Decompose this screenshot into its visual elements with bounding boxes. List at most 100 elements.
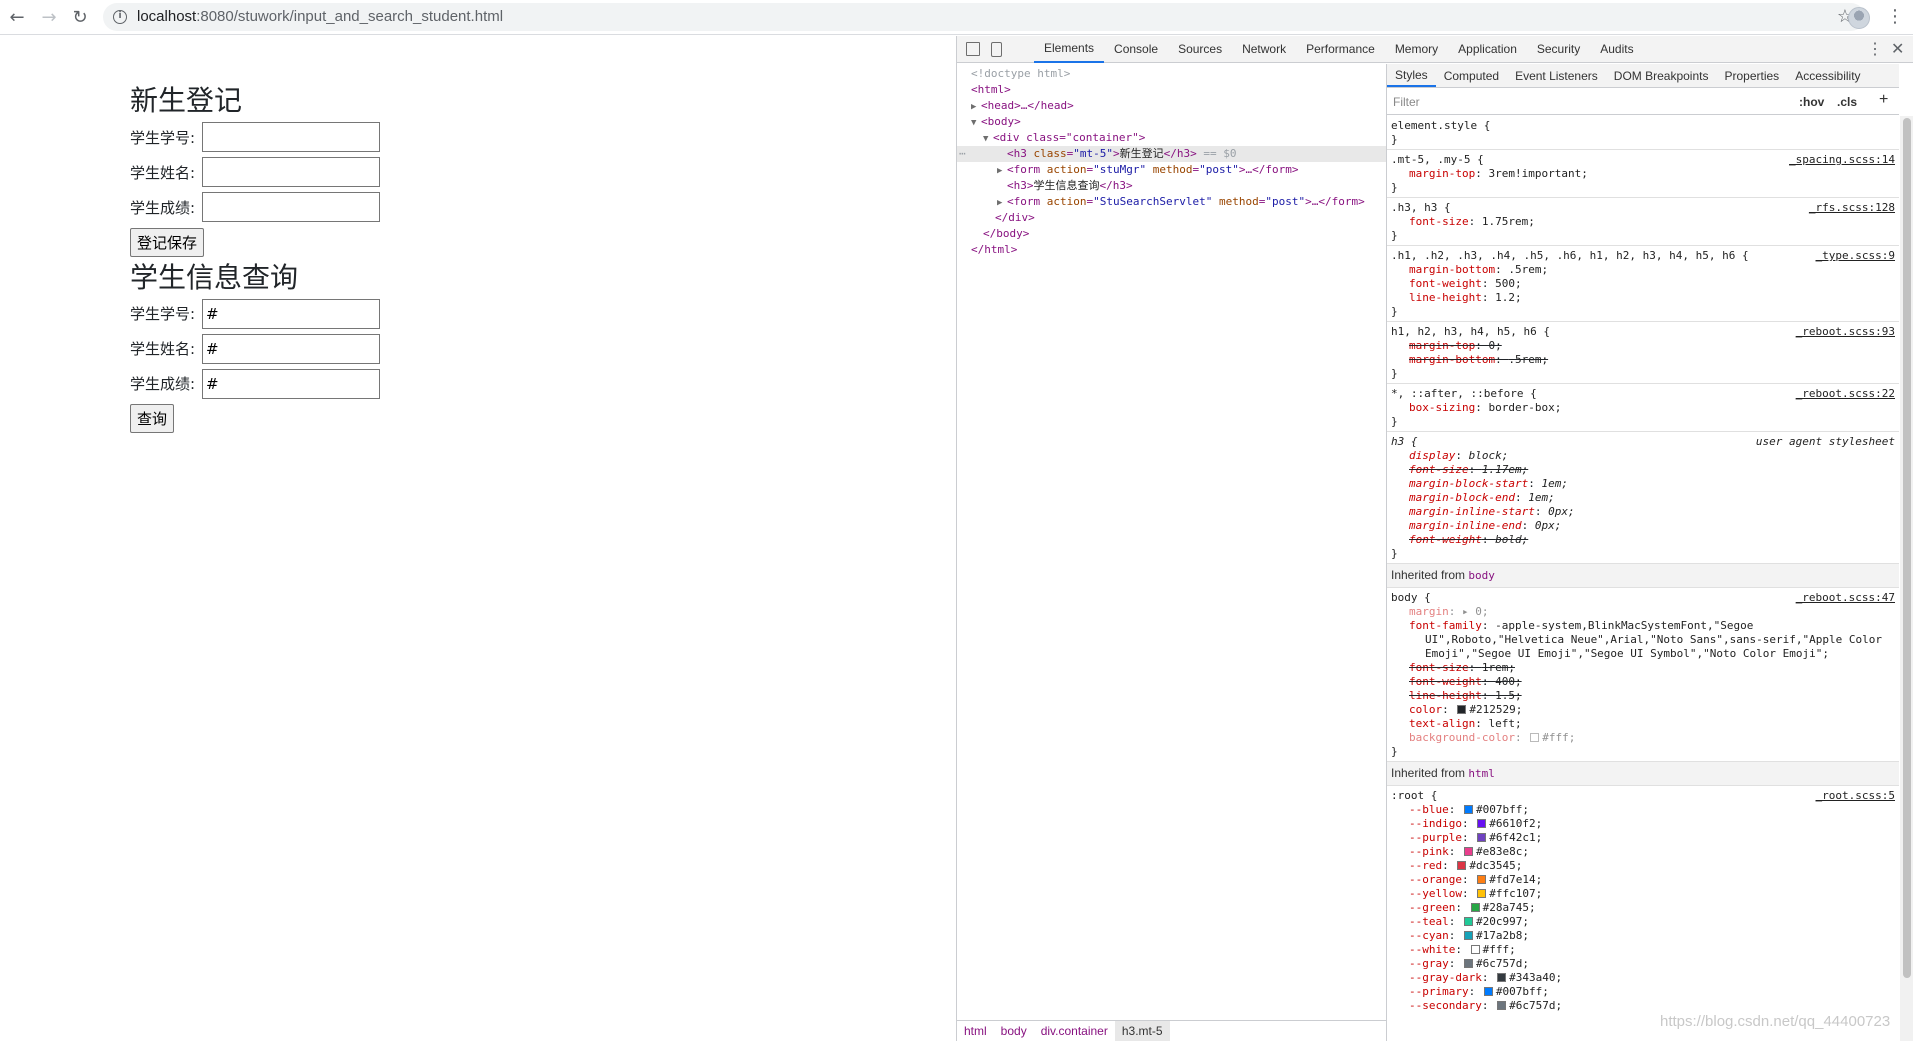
- color-swatch-icon[interactable]: [1477, 889, 1487, 898]
- css-val[interactable]: 3rem!important;: [1488, 167, 1587, 180]
- root-variable[interactable]: --gray: #6c757d;: [1391, 957, 1895, 971]
- tab-event-listeners[interactable]: Event Listeners: [1507, 64, 1606, 87]
- color-swatch-icon[interactable]: [1470, 945, 1480, 954]
- dom-line-div-close[interactable]: </div>: [957, 210, 1387, 226]
- color-swatch-icon[interactable]: [1497, 973, 1507, 982]
- root-variable[interactable]: --cyan: #17a2b8;: [1391, 929, 1895, 943]
- root-variable[interactable]: --pink: #e83e8c;: [1391, 845, 1895, 859]
- css-val[interactable]: 500;: [1495, 277, 1522, 290]
- expand-triangle-icon[interactable]: ▶: [997, 195, 1007, 211]
- rule-element-style[interactable]: element.style { }: [1387, 116, 1899, 150]
- dom-line-h3-selected[interactable]: ⋯ <h3 class="mt-5">新生登记</h3> == $0: [957, 146, 1387, 162]
- color-swatch-icon[interactable]: [1464, 931, 1473, 940]
- css-prop[interactable]: background-color: [1409, 731, 1515, 744]
- css-prop[interactable]: line-height: [1409, 689, 1482, 702]
- tab-properties[interactable]: Properties: [1716, 64, 1787, 87]
- css-prop[interactable]: margin-top: [1409, 167, 1475, 180]
- color-swatch-icon[interactable]: [1477, 875, 1487, 884]
- register-id-input[interactable]: [202, 122, 380, 153]
- search-name-input[interactable]: [202, 333, 380, 364]
- color-swatch-icon[interactable]: [1477, 833, 1487, 842]
- root-variable[interactable]: --orange: #fd7e14;: [1391, 873, 1895, 887]
- hov-toggle[interactable]: :hov: [1799, 95, 1824, 109]
- collapse-triangle-icon[interactable]: ▼: [971, 115, 981, 131]
- css-val[interactable]: #212529;: [1469, 703, 1522, 716]
- profile-avatar[interactable]: [1848, 7, 1870, 29]
- rule-headings-type[interactable]: .h1, .h2, .h3, .h4, .h5, .h6, h1, h2, h3…: [1387, 246, 1899, 322]
- css-prop[interactable]: box-sizing: [1409, 401, 1475, 414]
- css-val[interactable]: 1.75rem;: [1482, 215, 1535, 228]
- dom-line-html-close[interactable]: </html>: [957, 242, 1387, 258]
- dom-line-div[interactable]: ▼ <div class="container">: [957, 130, 1387, 146]
- root-variable[interactable]: --yellow: #ffc107;: [1391, 887, 1895, 901]
- dom-line-doctype[interactable]: <!doctype html>: [957, 66, 1387, 82]
- root-variable[interactable]: --purple: #6f42c1;: [1391, 831, 1895, 845]
- inherited-body-tag[interactable]: body: [1468, 569, 1495, 582]
- css-prop[interactable]: font-size: [1409, 215, 1469, 228]
- ua-declaration[interactable]: margin-inline-end: 0px;: [1391, 519, 1895, 533]
- css-prop[interactable]: margin: [1409, 605, 1449, 618]
- register-name-input[interactable]: [202, 157, 380, 188]
- css-val[interactable]: 400;: [1495, 675, 1522, 688]
- color-swatch-icon[interactable]: [1457, 705, 1467, 714]
- root-variable[interactable]: --gray-dark: #343a40;: [1391, 971, 1895, 985]
- breadcrumb-div[interactable]: div.container: [1034, 1024, 1115, 1038]
- color-swatch-icon[interactable]: [1464, 847, 1473, 856]
- css-val[interactable]: 1.5;: [1495, 689, 1522, 702]
- inspect-element-icon[interactable]: [966, 42, 980, 56]
- rule-headings-reboot[interactable]: h1, h2, h3, h4, h5, h6 { _reboot.scss:93…: [1387, 322, 1899, 384]
- css-prop[interactable]: font-size: [1409, 661, 1469, 674]
- search-button[interactable]: 查询: [130, 404, 175, 434]
- tab-security[interactable]: Security: [1527, 36, 1590, 63]
- color-swatch-icon[interactable]: [1470, 903, 1480, 912]
- tab-application[interactable]: Application: [1448, 36, 1527, 63]
- css-val[interactable]: 1.2;: [1495, 291, 1522, 304]
- search-id-input[interactable]: [202, 298, 380, 329]
- rule-h3[interactable]: .h3, h3 { _rfs.scss:128 font-size: 1.75r…: [1387, 198, 1899, 246]
- browser-menu-icon[interactable]: ⋮: [1886, 6, 1904, 27]
- css-prop[interactable]: margin-bottom: [1409, 353, 1495, 366]
- tab-performance[interactable]: Performance: [1296, 36, 1385, 63]
- ua-declaration[interactable]: margin-inline-start: 0px;: [1391, 505, 1895, 519]
- new-rule-plus-icon[interactable]: +: [1879, 91, 1888, 109]
- root-variable[interactable]: --blue: #007bff;: [1391, 803, 1895, 817]
- root-variable[interactable]: --green: #28a745;: [1391, 901, 1895, 915]
- color-swatch-icon[interactable]: [1477, 819, 1487, 828]
- color-swatch-icon[interactable]: [1497, 1001, 1507, 1010]
- devtools-close-icon[interactable]: ✕: [1891, 39, 1904, 59]
- collapse-triangle-icon[interactable]: ▼: [983, 131, 993, 147]
- dom-line-h3b[interactable]: <h3>学生信息查询</h3>: [957, 178, 1387, 194]
- back-arrow-icon[interactable]: ←: [5, 6, 29, 30]
- color-swatch-icon[interactable]: [1457, 861, 1467, 870]
- tab-network[interactable]: Network: [1232, 36, 1296, 63]
- rule-source-link[interactable]: _reboot.scss:47: [1796, 591, 1895, 605]
- ua-declaration[interactable]: margin-block-start: 1em;: [1391, 477, 1895, 491]
- css-val[interactable]: left;: [1488, 717, 1521, 730]
- ua-declaration[interactable]: display: block;: [1391, 449, 1895, 463]
- tab-accessibility[interactable]: Accessibility: [1787, 64, 1868, 87]
- inherited-html-tag[interactable]: html: [1468, 767, 1495, 780]
- css-prop[interactable]: margin-top: [1409, 339, 1475, 352]
- address-bar[interactable]: i localhost:8080/stuwork/input_and_searc…: [103, 3, 1865, 31]
- rule-mt5[interactable]: .mt-5, .my-5 { _spacing.scss:14 margin-t…: [1387, 150, 1899, 198]
- css-prop[interactable]: font-weight: [1409, 277, 1482, 290]
- tab-computed[interactable]: Computed: [1436, 64, 1507, 87]
- dom-line-html[interactable]: <html>: [957, 82, 1387, 98]
- root-variable[interactable]: --primary: #007bff;: [1391, 985, 1895, 999]
- css-val[interactable]: .5rem;: [1508, 353, 1548, 366]
- info-icon[interactable]: i: [113, 10, 127, 24]
- css-prop[interactable]: margin-bottom: [1409, 263, 1495, 276]
- rule-root[interactable]: :root { _root.scss:5 --blue: #007bff; --i…: [1387, 786, 1899, 1015]
- url-text[interactable]: localhost:8080/stuwork/input_and_search_…: [137, 8, 503, 25]
- expand-triangle-icon[interactable]: ▶: [971, 99, 981, 115]
- tab-dom-breakpoints[interactable]: DOM Breakpoints: [1606, 64, 1717, 87]
- styles-scrollbar[interactable]: [1900, 116, 1913, 1041]
- ua-declaration[interactable]: font-size: 1.17em;: [1391, 463, 1895, 477]
- dom-line-body[interactable]: ▼ <body>: [957, 114, 1387, 130]
- tab-console[interactable]: Console: [1104, 36, 1168, 63]
- tab-sources[interactable]: Sources: [1168, 36, 1232, 63]
- register-score-input[interactable]: [202, 192, 380, 223]
- root-variable[interactable]: --indigo: #6610f2;: [1391, 817, 1895, 831]
- css-val[interactable]: -apple-system,BlinkMacSystemFont,"Segoe: [1495, 619, 1753, 632]
- ellipsis-icon[interactable]: ⋯: [957, 146, 1007, 162]
